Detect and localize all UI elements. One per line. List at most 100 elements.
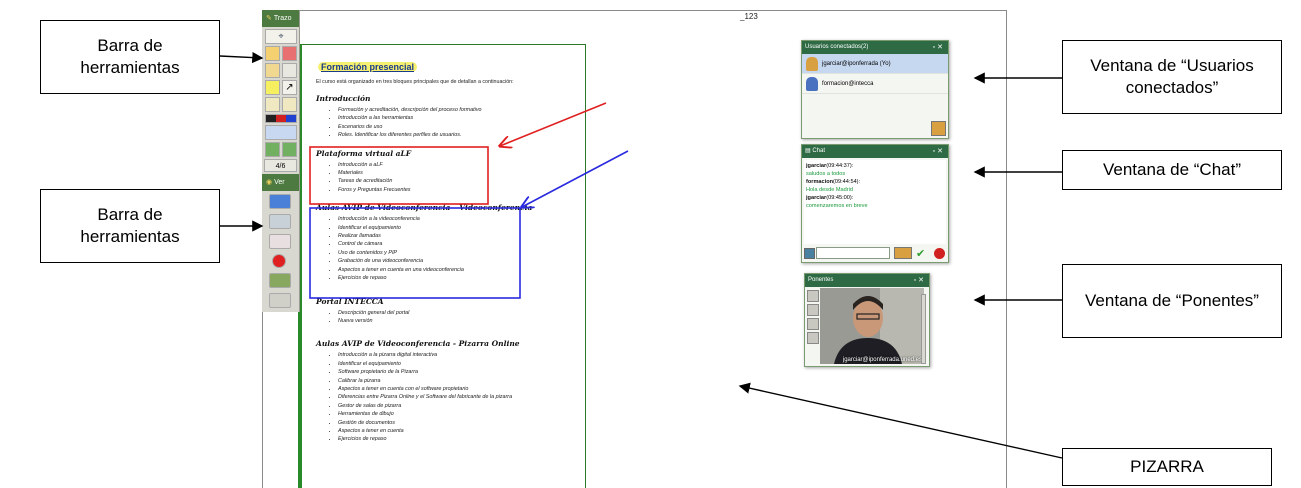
speakers-window: Ponentes ▫✕ jgarciar@iponferrada.uned.es: [804, 273, 930, 367]
chat-window-title: ▤ Chat: [805, 145, 825, 158]
send-check-button[interactable]: ✔: [916, 247, 925, 260]
section-heading: Aulas AVIP de Videoconferencia - Pizarra…: [316, 339, 520, 349]
section-heading: Introducción: [316, 94, 371, 103]
list-item: Software propietario de la Pizarra: [338, 368, 585, 376]
list-item: Realizar llamadas: [338, 232, 585, 240]
list-item: Introducción a las herramientas: [338, 114, 585, 122]
play-button[interactable]: [807, 290, 819, 302]
list-item: Introducción a aLF: [338, 161, 585, 169]
hand-tool-button[interactable]: [265, 46, 280, 61]
chat-time: (09:44:54):: [833, 179, 861, 185]
section-list: Introducción a la pizarra digital intera…: [338, 351, 585, 443]
users-window-title: Usuarios conectados(2): [805, 44, 869, 50]
speakers-window-titlebar[interactable]: Ponentes ▫✕: [805, 274, 929, 287]
speakers-window-title: Ponentes: [808, 277, 834, 283]
user-avatar-icon: [806, 57, 818, 71]
record-button[interactable]: [272, 254, 286, 268]
list-item: Uso de contenidos y PIP: [338, 249, 585, 257]
screenshot-button[interactable]: [269, 273, 291, 288]
list-item: Descripción general del portal: [338, 309, 585, 317]
user-name: jgarciar@iponferrada (Yo): [822, 60, 891, 67]
brush-tool-button[interactable]: [282, 97, 297, 112]
section-list: Introducción a aLF Materiales Tareas de …: [338, 161, 585, 195]
window-controls[interactable]: ▫✕: [914, 274, 929, 287]
tool-palette: ✎ Trazo ⌖ ↗ 4/6 ◉ Ver: [262, 10, 300, 312]
users-window-titlebar[interactable]: Usuarios conectados(2) ▫✕: [802, 41, 948, 54]
list-item: Identificar el equipamiento: [338, 224, 585, 232]
section-heading: Aulas AVIP de Videoconferencia – Videoco…: [316, 203, 533, 213]
user-row[interactable]: formacion@intecca: [802, 74, 948, 94]
list-item: Foros y Preguntas Frecuentes: [338, 186, 585, 194]
user-name: formacion@intecca: [822, 80, 874, 87]
list-item: Nueva versión: [338, 317, 585, 325]
settings-icon[interactable]: [807, 332, 819, 344]
previous-page-button[interactable]: [265, 142, 280, 157]
chat-window: ▤ Chat ▫✕ jgarciar(09:44:37): saludos a …: [801, 144, 949, 263]
chat-save-icon[interactable]: [804, 248, 815, 259]
highlighter-button[interactable]: [265, 80, 280, 95]
color-palette-button[interactable]: [265, 114, 297, 123]
speaker-image: [820, 288, 924, 364]
list-item: Gestión de documentos: [338, 419, 585, 427]
line-tool-button[interactable]: ↗: [282, 80, 297, 95]
callout-whiteboard: PIZARRA: [1062, 448, 1272, 486]
chat-time: (09:44:37):: [826, 163, 854, 169]
clipboard-button[interactable]: [265, 125, 297, 140]
window-controls[interactable]: ▫✕: [933, 145, 948, 158]
window-controls[interactable]: ▫✕: [933, 41, 948, 54]
section-list: Descripción general del portal Nueva ver…: [338, 309, 585, 326]
page-indicator[interactable]: 4/6: [264, 159, 297, 172]
pencil-icon: ✎: [266, 15, 272, 22]
user-profile-icon[interactable]: [931, 121, 946, 136]
ver-header[interactable]: ◉ Ver: [262, 174, 299, 191]
ver-label: Ver: [274, 179, 285, 186]
undo-button[interactable]: [265, 63, 280, 78]
speaker-video: jgarciar@iponferrada.uned.es: [820, 288, 924, 364]
settings-button[interactable]: [269, 214, 291, 229]
chat-input[interactable]: [816, 247, 890, 259]
list-item: Ejercicios de repaso: [338, 274, 585, 282]
redo-button[interactable]: [282, 63, 297, 78]
cancel-button[interactable]: [934, 248, 945, 259]
microphone-button[interactable]: [807, 318, 819, 330]
chat-sender: jgarciar: [806, 163, 827, 169]
next-page-button[interactable]: [282, 142, 297, 157]
list-item: Roles. Identificar los diferentes perfil…: [338, 131, 585, 139]
list-item: Aspectos a tener en cuenta: [338, 427, 585, 435]
list-item: Escenarios de uso: [338, 123, 585, 131]
chat-bubble-icon: ▤: [805, 148, 811, 154]
list-item: Gestor de salas de pizarra: [338, 402, 585, 410]
eraser-tool-button[interactable]: [282, 46, 297, 61]
list-item: Tareas de acreditación: [338, 177, 585, 185]
chat-message: Hola desde Madrid: [806, 187, 853, 193]
chat-window-titlebar[interactable]: ▤ Chat ▫✕: [802, 145, 948, 158]
help-button[interactable]: [269, 194, 291, 209]
chat-title-label: Chat: [812, 148, 826, 154]
list-item: Introducción a la videoconferencia: [338, 215, 585, 223]
users-window: Usuarios conectados(2) ▫✕ jgarciar@iponf…: [801, 40, 949, 139]
camera-button[interactable]: [807, 304, 819, 316]
callout-toolbar-top: Barra de herramientas: [40, 20, 220, 94]
chat-sender: jgarciar: [806, 195, 827, 201]
emoticon-button[interactable]: [894, 247, 912, 259]
select-tool-button[interactable]: ⌖: [265, 29, 297, 44]
gear-button[interactable]: [269, 293, 291, 308]
callout-speakers: Ventana de “Ponentes”: [1062, 264, 1282, 338]
callout-chat: Ventana de “Chat”: [1062, 150, 1282, 190]
section-list: Introducción a la videoconferencia Ident…: [338, 215, 585, 282]
slide-title: Formación presencial: [318, 62, 418, 72]
clear-button[interactable]: [269, 234, 291, 249]
list-item: Calibrar la pizarra: [338, 377, 585, 385]
volume-slider[interactable]: [921, 294, 926, 364]
trazo-label: Trazo: [273, 15, 292, 22]
list-item: Herramientas de dibujo: [338, 410, 585, 418]
user-row[interactable]: jgarciar@iponferrada (Yo): [802, 54, 948, 74]
eye-icon: ◉: [266, 179, 273, 186]
user-avatar-icon: [806, 77, 818, 91]
chat-time: (09:45:00):: [826, 195, 854, 201]
pencil-tool-button[interactable]: [265, 97, 280, 112]
page-number: _123: [740, 12, 758, 21]
trazo-header[interactable]: ✎ Trazo: [262, 10, 299, 27]
callout-users: Ventana de “Usuarios conectados”: [1062, 40, 1282, 114]
chat-message: saludos a todos: [806, 171, 846, 177]
